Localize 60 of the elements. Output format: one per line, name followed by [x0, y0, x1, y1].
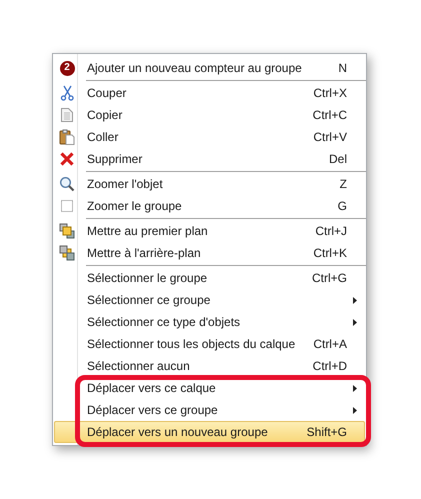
- scissors-icon: [59, 85, 75, 101]
- menu-item-label: Zoomer le groupe: [87, 199, 183, 213]
- menu-item[interactable]: Sélectionner tous les objects du calque Ctrl+A: [54, 333, 365, 355]
- menu-item-label: Mettre au premier plan: [87, 224, 209, 238]
- shortcut-label: Z: [340, 177, 347, 191]
- menu-item[interactable]: Sélectionner ce type d'objets: [54, 311, 365, 333]
- menu-item[interactable]: Sélectionner le groupe Ctrl+G: [54, 267, 365, 289]
- menu-item[interactable]: Zoomer le groupe G: [54, 195, 365, 217]
- delete-icon: [59, 151, 75, 167]
- clipboard-icon: [59, 129, 75, 145]
- menu-item-label: Déplacer vers ce groupe: [87, 403, 219, 417]
- shortcut-label: Ctrl+C: [312, 108, 347, 122]
- menu-item[interactable]: Supprimer Del: [54, 148, 365, 170]
- selection-icon: [59, 198, 75, 214]
- menu-item-label: Sélectionner le groupe: [87, 271, 208, 285]
- submenu-arrow-icon: [353, 296, 357, 304]
- document-icon: [59, 107, 75, 123]
- shortcut-label: Ctrl+G: [312, 271, 347, 285]
- menu-item[interactable]: Couper Ctrl+X: [54, 82, 365, 104]
- menu-item-label: Déplacer vers ce calque: [87, 381, 217, 395]
- menu-item[interactable]: Copier Ctrl+C: [54, 104, 365, 126]
- menu-item-label: Coller: [87, 130, 120, 144]
- submenu-arrow-icon: [353, 384, 357, 392]
- menu-item[interactable]: Sélectionner ce groupe: [54, 289, 365, 311]
- submenu-arrow-icon: [353, 406, 357, 414]
- shortcut-label: Ctrl+K: [313, 246, 347, 260]
- menu-item[interactable]: Mettre à l'arrière-plan Ctrl+K: [54, 242, 365, 264]
- menu-item[interactable]: Zoomer l'objet Z: [54, 173, 365, 195]
- menu-item[interactable]: Coller Ctrl+V: [54, 126, 365, 148]
- shortcut-label: Ctrl+D: [312, 359, 347, 373]
- menu-item-label: Sélectionner tous les objects du calque: [87, 337, 296, 351]
- menu-item-label: Déplacer vers un nouveau groupe: [87, 425, 269, 439]
- send-back-icon: [59, 245, 75, 261]
- shortcut-label: G: [338, 199, 347, 213]
- menu-item[interactable]: Déplacer vers ce calque: [54, 377, 365, 399]
- shortcut-label: Ctrl+A: [313, 337, 347, 351]
- shortcut-label: N: [338, 61, 347, 75]
- menu-item[interactable]: Déplacer vers un nouveau groupe Shift+G: [54, 421, 365, 443]
- menu-item[interactable]: Déplacer vers ce groupe: [54, 399, 365, 421]
- menu-item-label: Mettre à l'arrière-plan: [87, 246, 202, 260]
- number-badge: 2: [60, 60, 74, 76]
- menu-item-label: Sélectionner ce groupe: [87, 293, 212, 307]
- menu-item-label: Ajouter un nouveau compteur au groupe: [87, 61, 303, 75]
- menu-item[interactable]: 2 Ajouter un nouveau compteur au groupe N: [54, 57, 365, 79]
- shortcut-label: Shift+G: [306, 425, 347, 439]
- shortcut-label: Ctrl+X: [313, 86, 347, 100]
- menu-item[interactable]: Mettre au premier plan Ctrl+J: [54, 220, 365, 242]
- menu-item-label: Sélectionner ce type d'objets: [87, 315, 242, 329]
- menu-item[interactable]: Sélectionner aucun Ctrl+D: [54, 355, 365, 377]
- menu-item-label: Copier: [87, 108, 124, 122]
- menu-item-label: Zoomer l'objet: [87, 177, 164, 191]
- shortcut-label: Ctrl+V: [313, 130, 347, 144]
- search-icon: [59, 176, 75, 192]
- menu-item-label: Sélectionner aucun: [87, 359, 191, 373]
- shortcut-label: Del: [328, 152, 347, 166]
- submenu-arrow-icon: [353, 318, 357, 326]
- menu-item-label: Supprimer: [87, 152, 144, 166]
- menu-item-label: Couper: [87, 86, 128, 100]
- shortcut-label: Ctrl+J: [315, 224, 347, 238]
- bring-front-icon: [59, 223, 75, 239]
